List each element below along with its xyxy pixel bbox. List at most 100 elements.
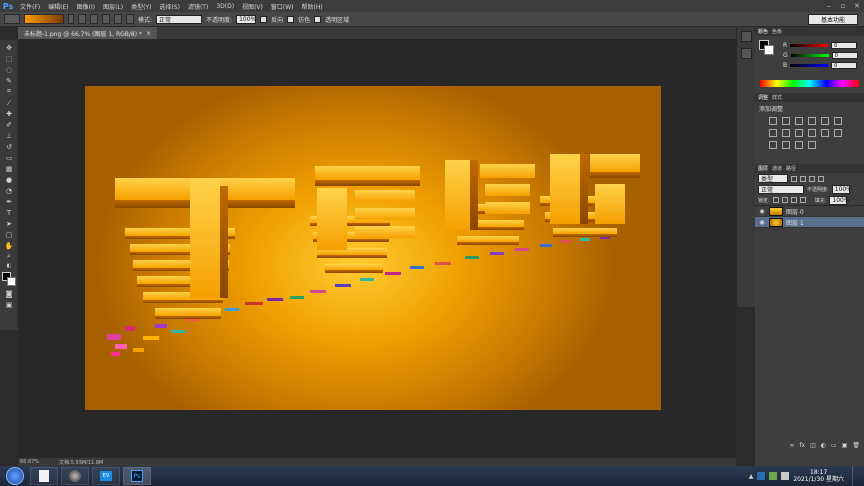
layer-mask-icon[interactable]: ◫ bbox=[810, 442, 816, 449]
layer-row-0[interactable]: ◉ 图层 0 bbox=[755, 206, 864, 217]
tab-adjustments[interactable]: 调整 bbox=[758, 94, 768, 101]
background-color-swatch[interactable] bbox=[764, 45, 774, 55]
lock-position-icon[interactable] bbox=[790, 197, 797, 203]
menu-window[interactable]: 窗口(W) bbox=[267, 2, 298, 11]
opacity-input[interactable]: 100% bbox=[236, 14, 256, 24]
tab-channels[interactable]: 通道 bbox=[772, 165, 782, 172]
vibrance-icon[interactable] bbox=[821, 117, 829, 125]
clone-stamp-tool-icon[interactable]: ⊥ bbox=[2, 130, 16, 141]
black-white-icon[interactable] bbox=[782, 129, 790, 137]
show-desktop-button[interactable] bbox=[852, 466, 864, 486]
taskbar-browser-app[interactable] bbox=[61, 467, 89, 485]
workspace-switcher[interactable]: 基本功能 bbox=[808, 14, 858, 25]
curves-icon[interactable] bbox=[795, 117, 803, 125]
properties-panel-icon[interactable] bbox=[740, 48, 752, 59]
shape-tool-icon[interactable]: ▢ bbox=[2, 229, 16, 240]
menu-type[interactable]: 类型(Y) bbox=[127, 2, 155, 11]
transparency-checkbox[interactable] bbox=[314, 15, 322, 23]
pen-tool-icon[interactable]: ✒ bbox=[2, 196, 16, 207]
close-icon[interactable]: ✕ bbox=[850, 0, 864, 12]
taskbar-photoshop-app[interactable]: Ps bbox=[123, 467, 151, 485]
green-value[interactable]: 0 bbox=[831, 51, 858, 59]
network-icon[interactable] bbox=[769, 472, 778, 480]
document-tab[interactable]: 未标题-1.png @ 66.7% (图层 1, RGB/8) * × bbox=[18, 27, 158, 39]
menu-view[interactable]: 视图(V) bbox=[238, 2, 267, 11]
tray-expand-icon[interactable]: ▲ bbox=[749, 473, 754, 480]
tab-paths[interactable]: 路径 bbox=[786, 165, 796, 172]
hand-tool-icon[interactable]: ✋ bbox=[2, 240, 16, 251]
foreground-background-swatch[interactable] bbox=[2, 272, 16, 286]
new-adjustment-icon[interactable]: ◐ bbox=[821, 442, 826, 449]
screen-mode-icon[interactable]: ▣ bbox=[2, 299, 16, 310]
red-value[interactable]: 0 bbox=[831, 41, 858, 49]
ime-icon[interactable] bbox=[757, 472, 766, 480]
close-tab-icon[interactable]: × bbox=[146, 30, 151, 37]
quick-select-tool-icon[interactable]: ✎ bbox=[2, 75, 16, 86]
delete-layer-icon[interactable]: 🗑 bbox=[852, 442, 860, 449]
lock-all-icon[interactable] bbox=[799, 197, 806, 203]
move-tool-icon[interactable]: ✥ bbox=[2, 42, 16, 53]
menu-edit[interactable]: 编辑(E) bbox=[44, 2, 72, 11]
menu-file[interactable]: 文件(F) bbox=[16, 2, 44, 11]
diamond-gradient-icon[interactable] bbox=[126, 14, 134, 24]
gradient-tool-icon[interactable]: ▦ bbox=[2, 163, 16, 174]
new-group-icon[interactable]: ▭ bbox=[831, 442, 837, 449]
filter-shape-icon[interactable] bbox=[818, 175, 824, 182]
link-layers-icon[interactable]: ∞ bbox=[789, 442, 794, 449]
system-clock[interactable]: 18:17 2021/1/30 星期六 bbox=[793, 469, 844, 483]
eyedropper-tool-icon[interactable]: ⁄ bbox=[2, 97, 16, 108]
minimize-icon[interactable]: – bbox=[822, 0, 836, 12]
linear-gradient-icon[interactable] bbox=[78, 14, 86, 24]
color-spectrum-bar[interactable] bbox=[760, 80, 859, 87]
dodge-tool-icon[interactable]: ◔ bbox=[2, 185, 16, 196]
tab-styles[interactable]: 样式 bbox=[772, 94, 782, 101]
blue-value[interactable]: 0 bbox=[831, 61, 858, 69]
color-balance-icon[interactable] bbox=[769, 129, 777, 137]
tool-preset-picker[interactable] bbox=[4, 14, 20, 24]
gradient-picker[interactable] bbox=[24, 14, 64, 24]
photo-filter-icon[interactable] bbox=[795, 129, 803, 137]
path-selection-tool-icon[interactable]: ➤ bbox=[2, 218, 16, 229]
menu-select[interactable]: 选择(S) bbox=[155, 2, 184, 11]
layer-opacity-input[interactable]: 100% bbox=[831, 185, 852, 194]
fill-input[interactable]: 100% bbox=[829, 195, 850, 205]
blend-mode-select[interactable]: 正常 bbox=[758, 185, 804, 194]
taskbar-explorer-app[interactable] bbox=[30, 467, 58, 485]
visibility-eye-icon[interactable]: ◉ bbox=[758, 207, 766, 215]
gradient-map-icon[interactable] bbox=[795, 141, 803, 149]
type-tool-icon[interactable]: T bbox=[2, 207, 16, 218]
menu-image[interactable]: 图像(I) bbox=[73, 2, 99, 11]
document-info[interactable]: 文档:5.93M/11.8M bbox=[59, 459, 103, 466]
marquee-tool-icon[interactable]: ⬚ bbox=[2, 53, 16, 64]
tab-color[interactable]: 颜色 bbox=[758, 28, 768, 35]
volume-icon[interactable] bbox=[781, 472, 790, 480]
color-lookup-icon[interactable] bbox=[821, 129, 829, 137]
default-colors-icon[interactable]: ◧ bbox=[2, 262, 16, 270]
blue-slider[interactable] bbox=[790, 63, 829, 67]
layer-row-1[interactable]: ◉ 图层 1 bbox=[755, 217, 864, 228]
visibility-eye-icon[interactable]: ◉ bbox=[758, 218, 766, 226]
angle-gradient-icon[interactable] bbox=[102, 14, 110, 24]
maximize-icon[interactable]: ▫ bbox=[836, 0, 850, 12]
tab-layers[interactable]: 图层 bbox=[758, 165, 768, 172]
levels-icon[interactable] bbox=[782, 117, 790, 125]
layer-filter-select[interactable]: 类型 bbox=[758, 174, 788, 183]
layer-style-icon[interactable]: fx bbox=[799, 442, 805, 449]
red-slider[interactable] bbox=[790, 43, 829, 47]
healing-brush-tool-icon[interactable]: ✚ bbox=[2, 108, 16, 119]
start-button[interactable] bbox=[6, 467, 24, 485]
brightness-icon[interactable] bbox=[769, 117, 777, 125]
history-panel-icon[interactable] bbox=[740, 31, 752, 42]
posterize-icon[interactable] bbox=[769, 141, 777, 149]
history-brush-tool-icon[interactable]: ↺ bbox=[2, 141, 16, 152]
tab-swatches[interactable]: 色板 bbox=[772, 28, 782, 35]
menu-filter[interactable]: 滤镜(T) bbox=[184, 2, 212, 11]
mode-select[interactable]: 正常 bbox=[156, 14, 203, 24]
zoom-tool-icon[interactable]: ⌕ bbox=[2, 251, 16, 262]
lasso-tool-icon[interactable]: ◌ bbox=[2, 64, 16, 75]
lock-image-icon[interactable] bbox=[781, 197, 788, 203]
gradient-dropdown-icon[interactable] bbox=[68, 14, 74, 24]
threshold-icon[interactable] bbox=[782, 141, 790, 149]
menu-layer[interactable]: 图层(L) bbox=[99, 2, 127, 11]
menu-3d[interactable]: 3D(D) bbox=[212, 3, 238, 10]
